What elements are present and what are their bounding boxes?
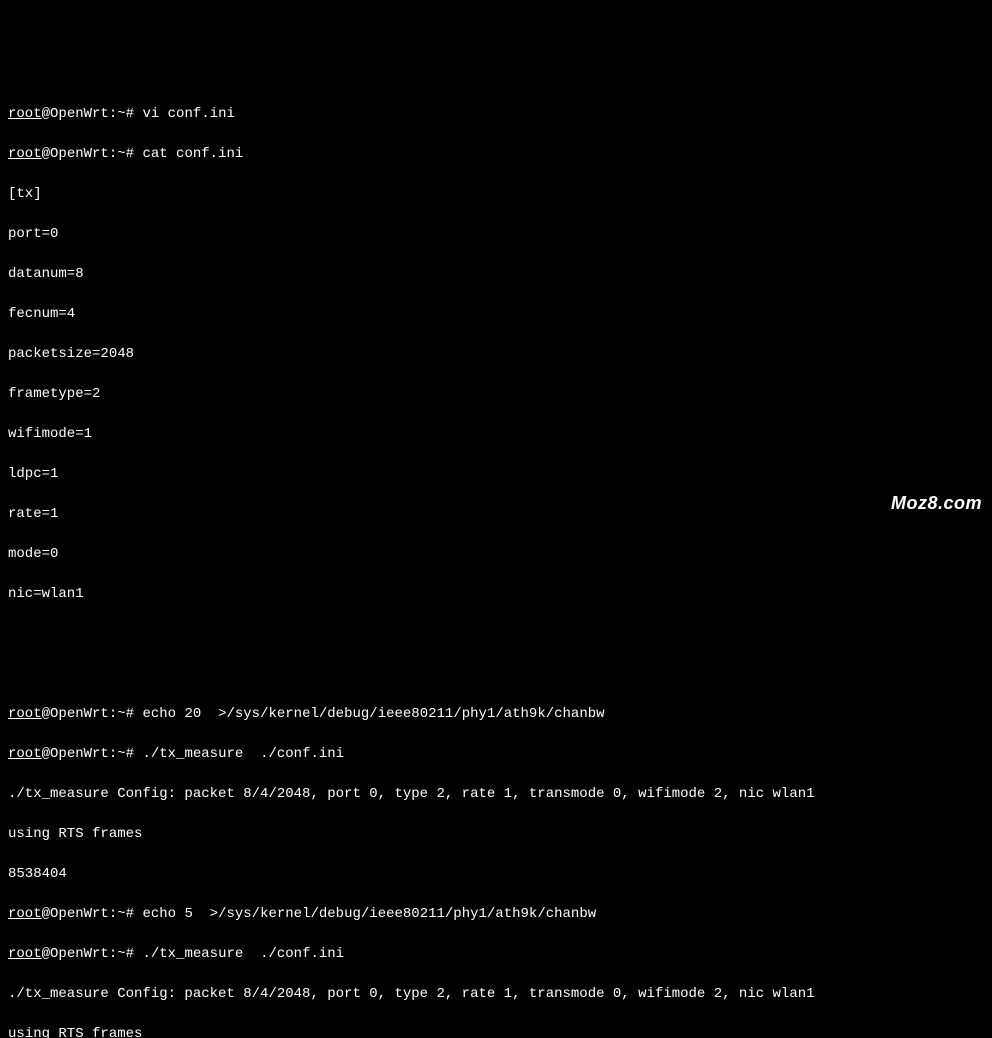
prompt-user: root [8,106,42,122]
prompt-symbol: # [126,946,143,962]
run2-config: ./tx_measure Config: packet 8/4/2048, po… [8,984,984,1004]
conf-fecnum: fecnum=4 [8,304,984,324]
command-echo5: echo 5 >/sys/kernel/debug/ieee80211/phy1… [142,906,596,922]
prompt-symbol: # [126,106,143,122]
prompt-line-echo20: root@OpenWrt:~# echo 20 >/sys/kernel/deb… [8,704,984,724]
run1-config: ./tx_measure Config: packet 8/4/2048, po… [8,784,984,804]
conf-section: [tx] [8,184,984,204]
conf-packetsize: packetsize=2048 [8,344,984,364]
prompt-symbol: # [126,906,143,922]
conf-port: port=0 [8,224,984,244]
conf-datanum: datanum=8 [8,264,984,284]
command-cat: cat conf.ini [142,146,243,162]
prompt-colon: : [109,906,117,922]
prompt-line-vi: root@OpenWrt:~# vi conf.ini [8,104,984,124]
command-txm2: ./tx_measure ./conf.ini [142,946,344,962]
run1-rts: using RTS frames [8,824,984,844]
prompt-tilde: ~ [117,906,125,922]
prompt-colon: : [109,746,117,762]
prompt-user: root [8,746,42,762]
prompt-tilde: ~ [117,706,125,722]
prompt-line-cat: root@OpenWrt:~# cat conf.ini [8,144,984,164]
prompt-user: root [8,706,42,722]
prompt-at: @ [42,946,50,962]
prompt-host: OpenWrt [50,946,109,962]
conf-rate: rate=1 [8,504,984,524]
prompt-at: @ [42,146,50,162]
prompt-host: OpenWrt [50,706,109,722]
prompt-symbol: # [126,706,143,722]
conf-nic: nic=wlan1 [8,584,984,604]
prompt-tilde: ~ [117,146,125,162]
prompt-user: root [8,146,42,162]
terminal[interactable]: root@OpenWrt:~# vi conf.ini root@OpenWrt… [8,84,984,1038]
prompt-at: @ [42,906,50,922]
prompt-colon: : [109,706,117,722]
prompt-tilde: ~ [117,946,125,962]
command-echo20: echo 20 >/sys/kernel/debug/ieee80211/phy… [142,706,604,722]
prompt-symbol: # [126,746,143,762]
blank-line [8,664,984,684]
conf-frametype: frametype=2 [8,384,984,404]
prompt-at: @ [42,106,50,122]
conf-mode: mode=0 [8,544,984,564]
prompt-user: root [8,906,42,922]
command-txm1: ./tx_measure ./conf.ini [142,746,344,762]
conf-wifimode: wifimode=1 [8,424,984,444]
prompt-user: root [8,946,42,962]
run1-value: 8538404 [8,864,984,884]
prompt-line-echo5: root@OpenWrt:~# echo 5 >/sys/kernel/debu… [8,904,984,924]
run2-rts: using RTS frames [8,1024,984,1038]
prompt-at: @ [42,746,50,762]
prompt-host: OpenWrt [50,146,109,162]
prompt-tilde: ~ [117,106,125,122]
prompt-colon: : [109,946,117,962]
prompt-colon: : [109,106,117,122]
prompt-line-txm1: root@OpenWrt:~# ./tx_measure ./conf.ini [8,744,984,764]
prompt-at: @ [42,706,50,722]
watermark: Moz8.com [891,493,982,513]
prompt-symbol: # [126,146,143,162]
prompt-colon: : [109,146,117,162]
prompt-line-txm2: root@OpenWrt:~# ./tx_measure ./conf.ini [8,944,984,964]
prompt-host: OpenWrt [50,746,109,762]
prompt-host: OpenWrt [50,906,109,922]
prompt-host: OpenWrt [50,106,109,122]
blank-line [8,624,984,644]
conf-ldpc: ldpc=1 [8,464,984,484]
prompt-tilde: ~ [117,746,125,762]
command-vi: vi conf.ini [142,106,234,122]
